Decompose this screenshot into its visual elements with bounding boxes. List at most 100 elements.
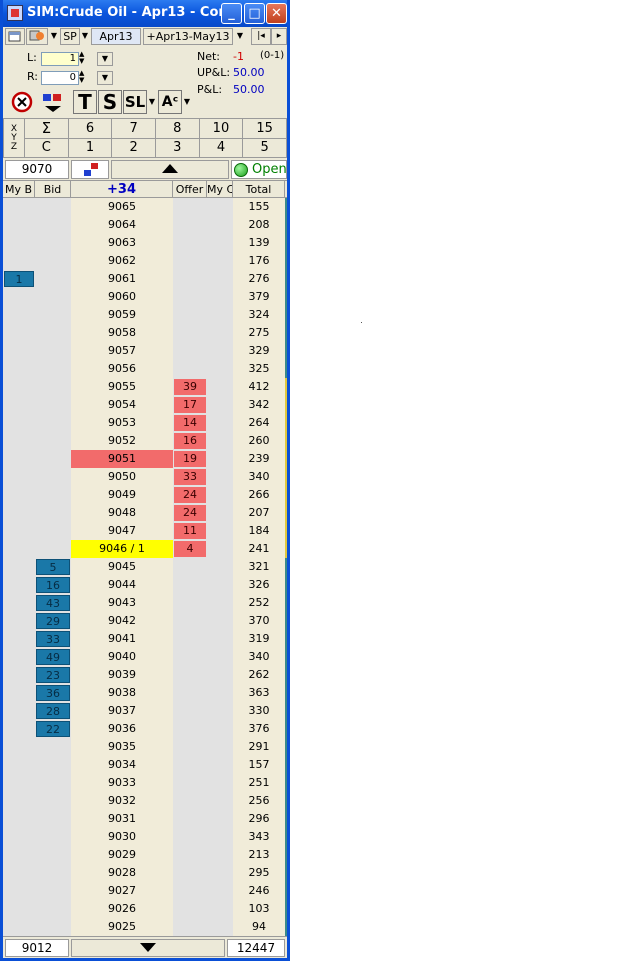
bid-cell[interactable]	[35, 882, 71, 900]
offer-cell[interactable]	[173, 738, 207, 756]
center-ladder-icon[interactable]	[71, 160, 109, 179]
my-offer-cell[interactable]	[207, 666, 233, 684]
bid-cell[interactable]	[35, 432, 71, 450]
bid-cell[interactable]	[35, 216, 71, 234]
price-cell[interactable]: 9047	[71, 522, 173, 540]
offer-cell[interactable]	[173, 252, 207, 270]
price-cell[interactable]: 9043	[71, 594, 173, 612]
my-bid-cell[interactable]	[3, 666, 35, 684]
my-bid-cell[interactable]	[3, 324, 35, 342]
price-cell[interactable]: 9061	[71, 270, 173, 288]
offer-cell[interactable]	[173, 684, 207, 702]
my-bid-cell[interactable]	[3, 846, 35, 864]
offer-cell[interactable]	[173, 558, 207, 576]
offer-cell[interactable]	[173, 612, 207, 630]
my-bid-cell[interactable]	[3, 522, 35, 540]
col-offer[interactable]: Offer	[173, 181, 207, 198]
my-offer-cell[interactable]	[207, 630, 233, 648]
price-cell[interactable]: 9033	[71, 774, 173, 792]
price-cell[interactable]: 9050	[71, 468, 173, 486]
price-cell[interactable]: 9046 / 1	[71, 540, 173, 558]
my-offer-cell[interactable]	[207, 414, 233, 432]
bid-cell[interactable]	[35, 522, 71, 540]
stop-loss-button[interactable]: SL	[123, 90, 147, 114]
my-offer-cell[interactable]	[207, 486, 233, 504]
my-bid-cell[interactable]	[3, 810, 35, 828]
offer-cell[interactable]	[173, 846, 207, 864]
price-cell[interactable]: 9042	[71, 612, 173, 630]
bid-cell[interactable]: 43	[35, 594, 71, 612]
auto-order-dropdown-icon[interactable]: ▼	[182, 90, 192, 114]
price-cell[interactable]: 9026	[71, 900, 173, 918]
bid-cell[interactable]	[35, 810, 71, 828]
my-bid-cell[interactable]	[3, 864, 35, 882]
stop-loss-dropdown-icon[interactable]: ▼	[147, 90, 157, 114]
l-dropdown-icon[interactable]: ▼	[97, 52, 113, 66]
my-offer-cell[interactable]	[207, 684, 233, 702]
my-bid-cell[interactable]	[3, 738, 35, 756]
offer-cell[interactable]	[173, 864, 207, 882]
my-offer-cell[interactable]	[207, 774, 233, 792]
offer-cell[interactable]	[173, 774, 207, 792]
bid-cell[interactable]	[35, 486, 71, 504]
my-offer-cell[interactable]	[207, 828, 233, 846]
price-cell[interactable]: 9040	[71, 648, 173, 666]
my-offer-cell[interactable]	[207, 846, 233, 864]
my-offer-cell[interactable]	[207, 252, 233, 270]
my-offer-cell[interactable]	[207, 522, 233, 540]
price-cell[interactable]: 9027	[71, 882, 173, 900]
bid-cell[interactable]: 49	[35, 648, 71, 666]
my-offer-cell[interactable]	[207, 396, 233, 414]
my-bid-cell[interactable]	[3, 468, 35, 486]
offer-cell[interactable]	[173, 828, 207, 846]
price-cell[interactable]: 9035	[71, 738, 173, 756]
r-dropdown-icon[interactable]: ▼	[97, 71, 113, 85]
my-bid-cell[interactable]	[3, 306, 35, 324]
offer-cell[interactable]	[173, 666, 207, 684]
my-bid-cell[interactable]	[3, 360, 35, 378]
my-bid-cell[interactable]	[3, 684, 35, 702]
my-bid-cell[interactable]	[3, 414, 35, 432]
my-bid-cell[interactable]	[3, 792, 35, 810]
bid-cell[interactable]: 5	[35, 558, 71, 576]
col-bid[interactable]: Bid	[35, 181, 71, 198]
r-spinner-icon[interactable]: ▲ ▼	[79, 70, 84, 84]
my-bid-cell[interactable]	[3, 756, 35, 774]
bid-cell[interactable]: 28	[35, 702, 71, 720]
offer-cell[interactable]	[173, 198, 207, 216]
my-bid-cell[interactable]	[3, 828, 35, 846]
flatten-icon[interactable]	[39, 90, 67, 114]
bid-cell[interactable]: 36	[35, 684, 71, 702]
offer-cell[interactable]	[173, 342, 207, 360]
my-offer-cell[interactable]	[207, 720, 233, 738]
bid-cell[interactable]: 29	[35, 612, 71, 630]
offer-cell[interactable]	[173, 306, 207, 324]
offer-cell[interactable]	[173, 918, 207, 936]
bid-cell[interactable]: 33	[35, 630, 71, 648]
bid-cell[interactable]	[35, 864, 71, 882]
my-offer-cell[interactable]	[207, 738, 233, 756]
my-bid-cell[interactable]	[3, 900, 35, 918]
col-total[interactable]: Total	[233, 181, 285, 198]
offer-cell[interactable]	[173, 270, 207, 288]
my-bid-cell[interactable]: 1	[3, 270, 35, 288]
my-bid-cell[interactable]	[3, 450, 35, 468]
bid-cell[interactable]	[35, 360, 71, 378]
offer-cell[interactable]	[173, 900, 207, 918]
spread-dropdown-icon[interactable]: ▼	[235, 28, 245, 45]
price-cell[interactable]: 9055	[71, 378, 173, 396]
bid-cell[interactable]: 23	[35, 666, 71, 684]
qty-preset-cell[interactable]: 7	[111, 118, 156, 139]
my-bid-cell[interactable]	[3, 234, 35, 252]
price-cell[interactable]: 9037	[71, 702, 173, 720]
my-bid-cell[interactable]	[3, 378, 35, 396]
price-cell[interactable]: 9025	[71, 918, 173, 936]
my-offer-cell[interactable]	[207, 810, 233, 828]
price-cell[interactable]: 9063	[71, 234, 173, 252]
my-bid-cell[interactable]	[3, 504, 35, 522]
bid-cell[interactable]	[35, 324, 71, 342]
col-my-offer[interactable]: My C	[207, 181, 233, 198]
offer-cell[interactable]: 24	[173, 504, 207, 522]
offer-cell[interactable]: 39	[173, 378, 207, 396]
bid-cell[interactable]	[35, 252, 71, 270]
